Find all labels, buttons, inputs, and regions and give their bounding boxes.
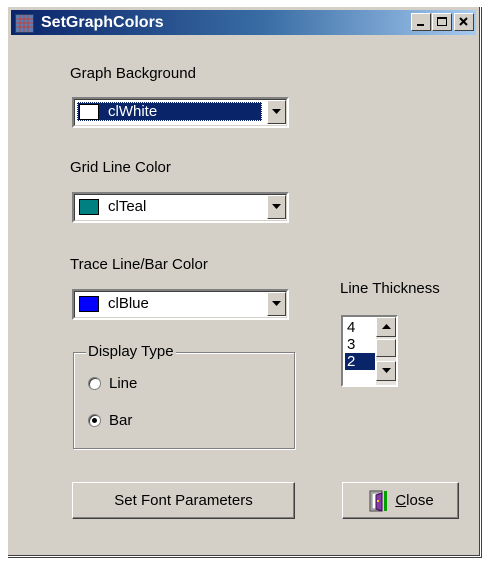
- scroll-down-button[interactable]: [376, 361, 396, 381]
- trace-color-text: clBlue: [108, 295, 149, 312]
- radio-bar[interactable]: Bar: [88, 412, 132, 429]
- radio-bar-label: Bar: [109, 412, 133, 429]
- chevron-down-icon: [272, 109, 281, 114]
- minimize-button[interactable]: [411, 13, 431, 31]
- line-thickness-label: Line Thickness: [340, 280, 440, 297]
- graph-background-combobox[interactable]: clWhite: [72, 97, 289, 128]
- blue-color-swatch: [79, 295, 99, 312]
- exit-door-icon: [369, 490, 388, 512]
- radio-selected-dot: [92, 418, 97, 423]
- grid-line-color-text: clTeal: [108, 198, 147, 215]
- close-icon: [459, 17, 468, 26]
- trace-color-value: clBlue: [77, 294, 262, 313]
- close-button-label: Close: [395, 492, 434, 509]
- scroll-thumb[interactable]: [376, 339, 396, 357]
- grid-line-color-combobox[interactable]: clTeal: [72, 192, 289, 223]
- maximize-icon: [436, 17, 447, 26]
- radio-line-indicator[interactable]: [88, 377, 101, 390]
- radio-line[interactable]: Line: [88, 375, 137, 392]
- white-color-swatch: [79, 103, 99, 120]
- window-title: SetGraphColors: [41, 14, 164, 31]
- list-item-selected[interactable]: 2: [345, 353, 375, 370]
- trace-color-label: Trace Line/Bar Color: [70, 256, 208, 273]
- teal-color-swatch: [79, 198, 99, 215]
- grid-line-color-dropdown-button[interactable]: [267, 195, 286, 219]
- chevron-down-icon: [381, 368, 391, 373]
- display-type-groupbox: [73, 352, 295, 449]
- grid-line-color-label: Grid Line Color: [70, 159, 171, 176]
- list-item-partial: [345, 370, 375, 376]
- set-graph-colors-window: SetGraphColors Graph Background clWhite …: [7, 6, 481, 557]
- scroll-up-button[interactable]: [376, 317, 396, 337]
- graph-background-value: clWhite: [77, 102, 262, 121]
- graph-background-dropdown-button[interactable]: [267, 100, 286, 124]
- line-thickness-listbox[interactable]: 4 3 2: [341, 315, 398, 387]
- radio-line-label: Line: [109, 375, 138, 392]
- trace-color-combobox[interactable]: clBlue: [72, 289, 289, 320]
- graph-background-label: Graph Background: [70, 65, 196, 82]
- set-font-parameters-button[interactable]: Set Font Parameters: [72, 482, 295, 519]
- line-thickness-scrollbar[interactable]: [376, 317, 396, 385]
- trace-color-dropdown-button[interactable]: [267, 292, 286, 316]
- graph-background-text: clWhite: [108, 103, 158, 120]
- radio-bar-indicator[interactable]: [88, 414, 101, 427]
- set-font-parameters-label: Set Font Parameters: [114, 492, 253, 509]
- title-bar[interactable]: SetGraphColors: [11, 10, 476, 35]
- grid-app-icon: [15, 14, 34, 33]
- chevron-down-icon: [272, 204, 281, 209]
- list-item[interactable]: 4: [345, 319, 375, 336]
- close-window-button[interactable]: [454, 13, 474, 31]
- display-type-label: Display Type: [86, 343, 176, 360]
- list-item[interactable]: 3: [345, 336, 375, 353]
- close-button[interactable]: Close: [342, 482, 459, 519]
- chevron-up-icon: [381, 324, 391, 329]
- chevron-down-icon: [272, 301, 281, 306]
- minimize-icon: [417, 24, 424, 26]
- maximize-button[interactable]: [432, 13, 452, 31]
- grid-line-color-value: clTeal: [77, 197, 262, 216]
